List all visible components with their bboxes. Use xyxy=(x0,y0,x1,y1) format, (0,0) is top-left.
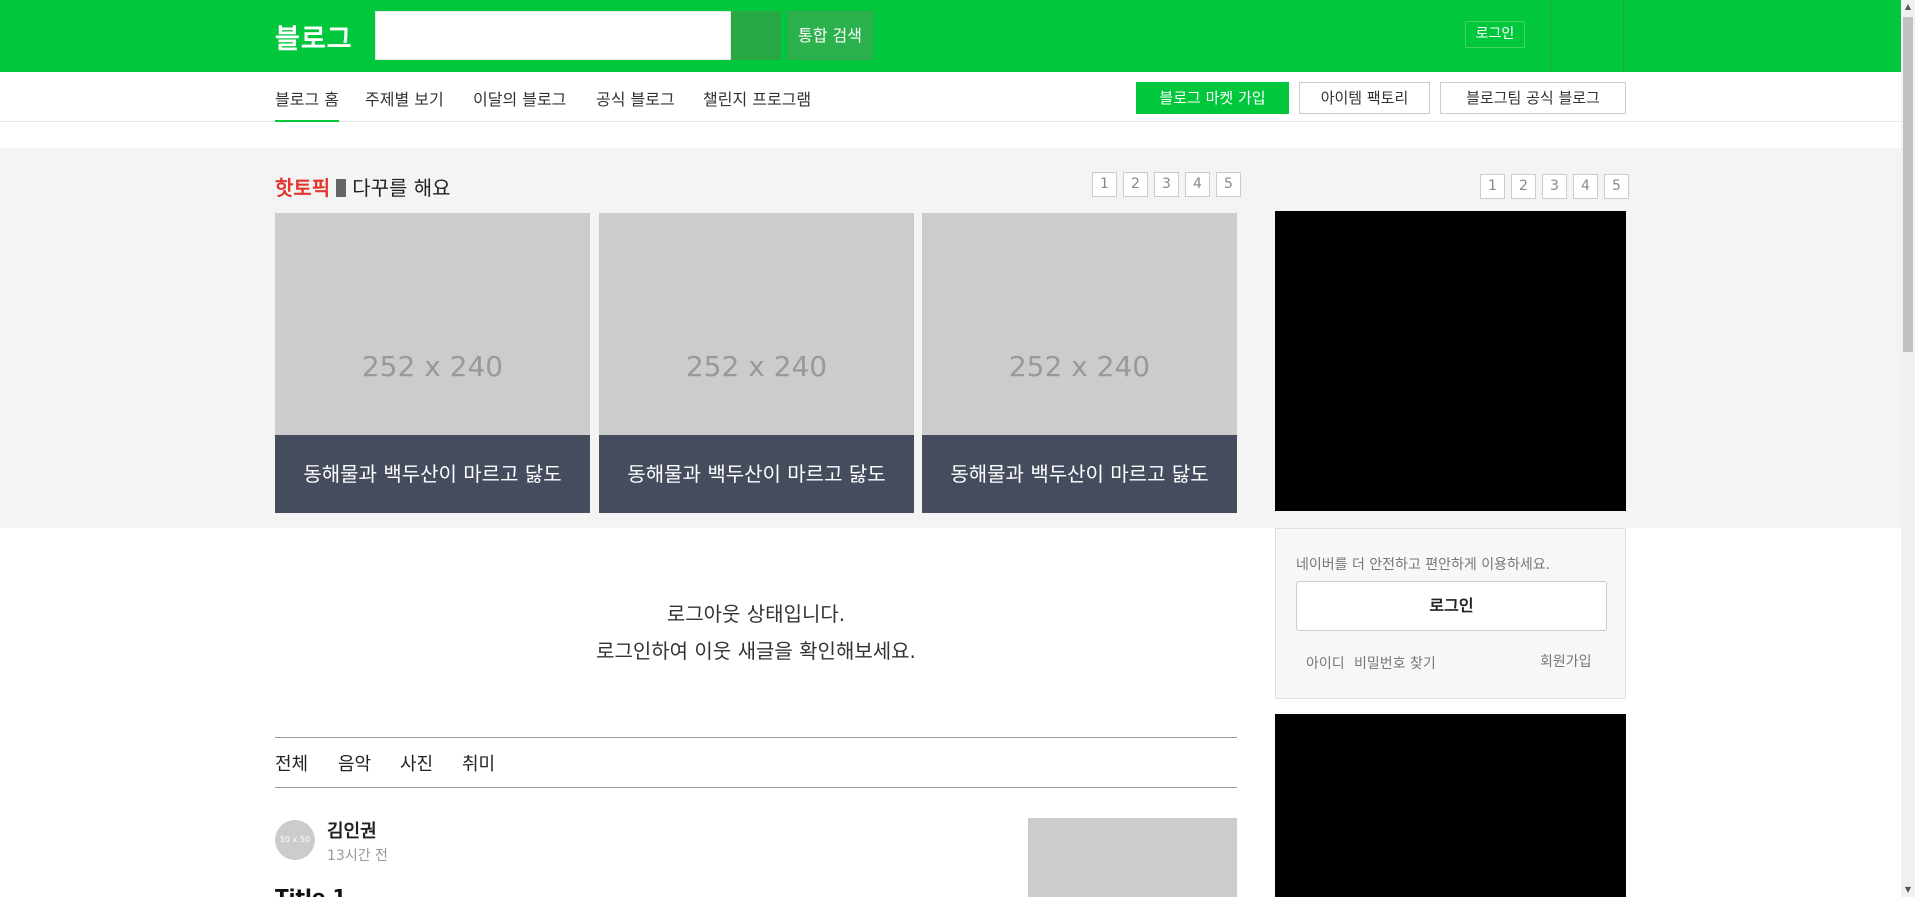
category-tabs: 전체 음악 사진 취미 xyxy=(275,737,1237,788)
nav-item-official-blog[interactable]: 공식 블로그 xyxy=(596,86,675,122)
avatar[interactable]: 50 x 50 xyxy=(275,820,315,860)
tab-music[interactable]: 음악 xyxy=(338,750,371,776)
nav-item-challenge[interactable]: 챌린지 프로그램 xyxy=(703,86,811,122)
hot-topic-label: 핫토픽 xyxy=(275,176,331,200)
logout-message-line2: 로그인하여 이웃 새글을 확인해보세요. xyxy=(596,639,916,663)
hot-topic-pager: 1 2 3 4 5 xyxy=(1092,172,1241,197)
side-banner[interactable] xyxy=(1275,211,1626,511)
logout-message: 로그아웃 상태입니다. 로그인하여 이웃 새글을 확인해보세요. xyxy=(275,596,1237,670)
page-button[interactable]: 4 xyxy=(1185,172,1210,197)
page-button[interactable]: 1 xyxy=(1480,174,1505,199)
login-hint: 네이버를 더 안전하고 편안하게 이용하세요. xyxy=(1296,557,1551,573)
blog-team-official-button[interactable]: 블로그팀 공식 블로그 xyxy=(1440,82,1626,114)
header: 블로그 통합 검색 로그인 xyxy=(0,0,1901,72)
card-image-placeholder: 252 x 240 xyxy=(1008,350,1151,383)
card-image-placeholder: 252 x 240 xyxy=(685,350,828,383)
header-divider xyxy=(1550,0,1551,72)
total-search-button[interactable]: 통합 검색 xyxy=(787,11,873,60)
hot-topic-title: 핫토픽 다꾸를 해요 xyxy=(275,172,451,201)
card-caption: 동해물과 백두산이 마르고 닳도 xyxy=(275,435,590,513)
card-caption: 동해물과 백두산이 마르고 닳도 xyxy=(599,435,914,513)
nav-item-blog-home[interactable]: 블로그 홈 xyxy=(275,86,339,122)
tab-hobby[interactable]: 취미 xyxy=(462,750,495,776)
login-box: 네이버를 더 안전하고 편안하게 이용하세요. 로그인 아이디 비밀번호 찾기 … xyxy=(1275,528,1626,699)
hot-topic-card[interactable]: 252 x 240 동해물과 백두산이 마르고 닳도 xyxy=(599,213,914,513)
post-title[interactable]: Title 1 xyxy=(275,885,346,897)
scrollbar-thumb[interactable] xyxy=(1903,17,1913,352)
page-button[interactable]: 4 xyxy=(1573,174,1598,199)
hot-topic-card[interactable]: 252 x 240 동해물과 백두산이 마르고 닳도 xyxy=(922,213,1237,513)
scrollbar[interactable]: ▲ ▼ xyxy=(1901,0,1915,897)
find-password-link[interactable]: 비밀번호 찾기 xyxy=(1354,653,1436,673)
post-time: 13시간 전 xyxy=(327,848,388,864)
scroll-down-arrow-icon[interactable]: ▼ xyxy=(1901,883,1915,897)
tab-photo[interactable]: 사진 xyxy=(400,750,433,776)
page-button[interactable]: 2 xyxy=(1123,172,1148,197)
side-ad-banner[interactable] xyxy=(1275,714,1626,897)
nav-item-topics[interactable]: 주제별 보기 xyxy=(365,86,444,122)
header-login-button[interactable]: 로그인 xyxy=(1465,21,1525,48)
page-button[interactable]: 3 xyxy=(1542,174,1567,199)
nav-item-monthly-blog[interactable]: 이달의 블로그 xyxy=(473,86,566,122)
header-divider xyxy=(1623,0,1624,72)
item-factory-button[interactable]: 아이템 팩토리 xyxy=(1299,82,1430,114)
find-id-link[interactable]: 아이디 xyxy=(1306,653,1345,673)
blog-logo[interactable]: 블로그 xyxy=(275,17,353,56)
page-button[interactable]: 5 xyxy=(1216,172,1241,197)
login-button[interactable]: 로그인 xyxy=(1296,581,1607,631)
search-input[interactable] xyxy=(375,11,731,60)
page-button[interactable]: 5 xyxy=(1604,174,1629,199)
side-banner-pager: 1 2 3 4 5 xyxy=(1480,174,1629,199)
hot-topic-subtitle: 다꾸를 해요 xyxy=(352,176,451,200)
card-image-placeholder: 252 x 240 xyxy=(361,350,504,383)
page-button[interactable]: 2 xyxy=(1511,174,1536,199)
card-caption: 동해물과 백두산이 마르고 닳도 xyxy=(922,435,1237,513)
post-author[interactable]: 김인권 xyxy=(327,817,377,843)
page-button[interactable]: 1 xyxy=(1092,172,1117,197)
search-button[interactable] xyxy=(731,11,781,60)
signup-link[interactable]: 회원가입 xyxy=(1540,651,1592,671)
page: 블로그 통합 검색 로그인 블로그 홈 주제별 보기 이달의 블로그 공식 블로… xyxy=(0,0,1915,897)
logout-message-line1: 로그아웃 상태입니다. xyxy=(666,602,846,626)
nav-bar: 블로그 홈 주제별 보기 이달의 블로그 공식 블로그 챌린지 프로그램 블로그… xyxy=(0,72,1901,122)
scroll-up-arrow-icon[interactable]: ▲ xyxy=(1901,0,1915,14)
page-button[interactable]: 3 xyxy=(1154,172,1179,197)
hot-topic-separator xyxy=(336,179,347,197)
blog-market-join-button[interactable]: 블로그 마켓 가입 xyxy=(1136,82,1289,114)
hot-topic-card[interactable]: 252 x 240 동해물과 백두산이 마르고 닳도 xyxy=(275,213,590,513)
tab-all[interactable]: 전체 xyxy=(275,750,308,776)
post-thumbnail[interactable] xyxy=(1028,818,1237,897)
